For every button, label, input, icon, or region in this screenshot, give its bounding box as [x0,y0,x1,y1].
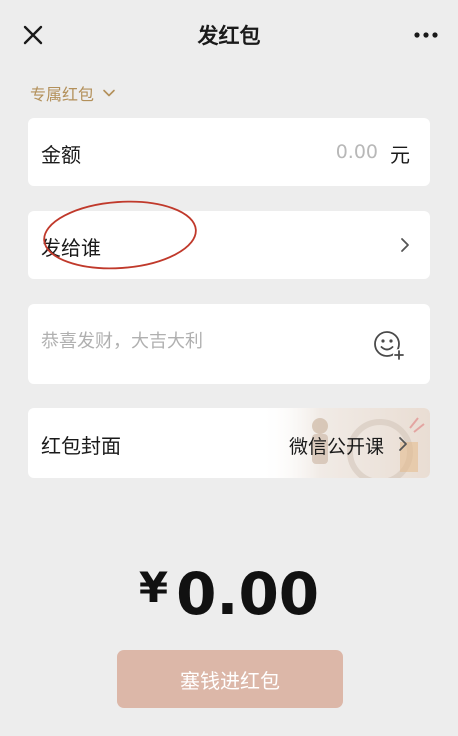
top-bar: 发红包 [0,0,458,72]
message-row[interactable] [28,304,430,384]
amount-label: 金额 [41,143,81,167]
submit-button[interactable]: 塞钱进红包 [117,650,343,708]
recipient-label: 发给谁 [41,236,101,260]
amount-row[interactable]: 金额 0.00 元 [28,118,430,186]
total-value: 0.00 [176,560,320,628]
chevron-down-icon [103,89,115,97]
currency-symbol: ¥ [138,563,169,612]
message-input[interactable] [41,331,341,352]
chevron-right-icon [401,238,409,252]
cover-row[interactable]: 红包封面 微信公开课 [28,408,430,478]
total-amount: ¥0.00 [0,560,458,628]
packet-type-label: 专属红包 [30,85,95,104]
chevron-right-icon [399,437,407,451]
packet-type-selector[interactable]: 专属红包 [30,80,116,106]
recipient-row[interactable]: 发给谁 [28,211,430,279]
cover-name: 微信公开课 [288,436,384,458]
cover-label: 红包封面 [41,434,121,458]
amount-input[interactable]: 0.00 [336,141,378,163]
more-dots-icon[interactable] [412,24,440,46]
emoji-add-icon[interactable] [372,328,406,362]
amount-unit: 元 [390,143,410,167]
page-title: 发红包 [197,24,261,48]
